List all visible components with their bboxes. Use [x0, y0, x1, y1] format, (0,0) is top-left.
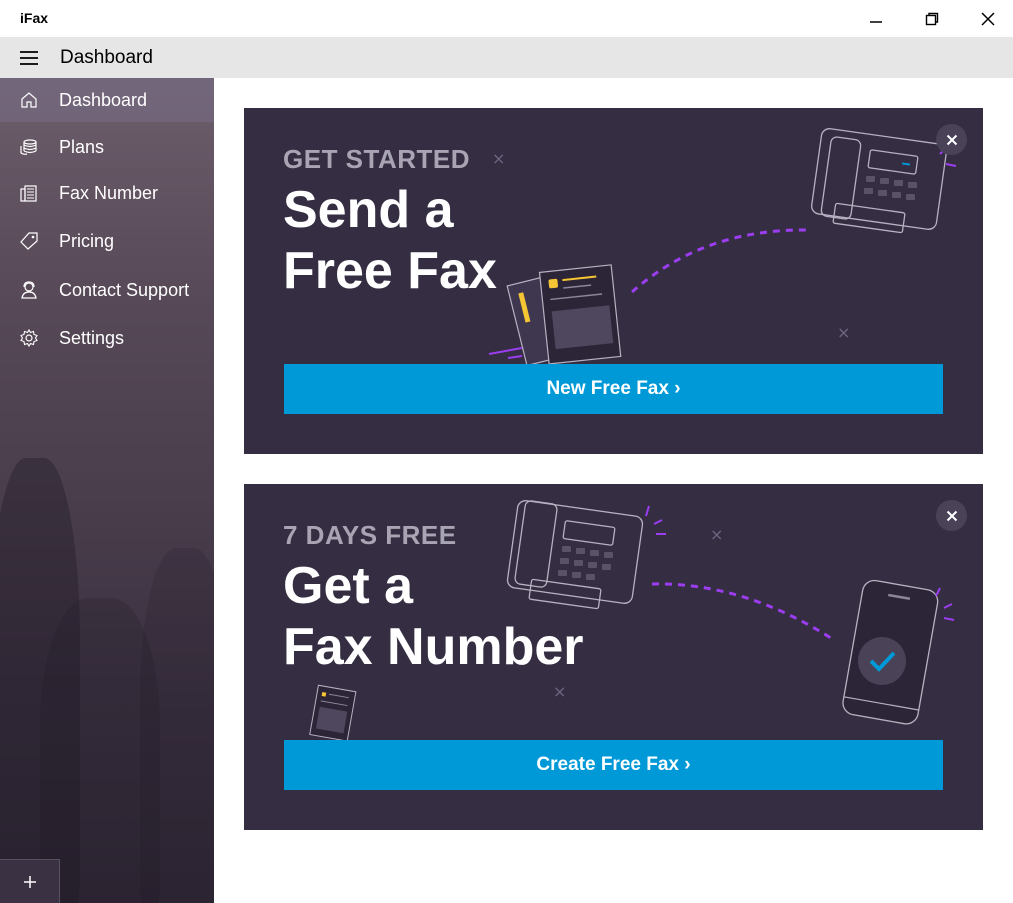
hamburger-button[interactable] [0, 37, 58, 78]
sidebar-item-label: Contact Support [59, 279, 190, 300]
support-agent-icon [21, 281, 37, 299]
svg-text:×: × [492, 149, 505, 168]
svg-text:×: × [710, 525, 723, 544]
minimize-button[interactable] [848, 0, 904, 37]
create-free-fax-button[interactable]: Create Free Fax › [284, 740, 943, 790]
sidebar-item-fax-number[interactable]: Fax Number [0, 171, 214, 215]
page-title: Dashboard [60, 47, 153, 68]
app-title: iFax [20, 10, 49, 26]
home-icon [21, 92, 37, 108]
card-headline-line2: Fax Number [283, 618, 584, 676]
dismiss-card-button[interactable] [936, 500, 967, 531]
card-headline-line1: Get a [283, 557, 414, 615]
sidebar-item-label: Settings [59, 327, 125, 348]
dismiss-card-button[interactable] [936, 124, 967, 155]
sidebar-item-settings[interactable]: Settings [0, 316, 214, 360]
add-button[interactable] [0, 859, 60, 903]
card-headline-line1: Send a [283, 181, 454, 239]
new-free-fax-button[interactable]: New Free Fax › [284, 364, 943, 414]
sidebar-item-label: Dashboard [59, 89, 148, 110]
card-headline-line2: Free Fax [283, 242, 497, 300]
gear-icon [20, 328, 38, 348]
sidebar-item-dashboard[interactable]: Dashboard [0, 78, 214, 122]
fax-number-icon [20, 185, 37, 202]
coins-icon [20, 139, 37, 155]
plus-icon [23, 875, 36, 888]
restore-icon [925, 12, 939, 25]
card-eyebrow: 7 DAYS FREE [283, 520, 457, 550]
sidebar-item-label: Pricing [59, 230, 115, 251]
restore-button[interactable] [904, 0, 960, 37]
sidebar-item-contact-support[interactable]: Contact Support [0, 268, 214, 312]
sidebar-item-label: Plans [59, 136, 105, 157]
hamburger-icon [20, 50, 38, 65]
close-icon [946, 134, 957, 145]
svg-text:×: × [553, 682, 566, 701]
close-icon [981, 11, 995, 26]
get-fax-number-card: × × 7 DAYS FREE Get a Fax Number Create … [244, 484, 983, 830]
sidebar-item-plans[interactable]: Plans [0, 125, 214, 169]
background-tree [140, 548, 214, 903]
svg-text:×: × [837, 323, 850, 342]
sidebar-item-pricing[interactable]: Pricing [0, 219, 214, 263]
title-bar: iFax [0, 0, 1013, 37]
card-eyebrow: GET STARTED [283, 144, 471, 174]
sidebar-item-label: Fax Number [59, 182, 159, 203]
sidebar: Dashboard Plans Fax Number Pricing Conta… [0, 78, 214, 903]
close-icon [946, 510, 957, 521]
tag-icon [20, 232, 38, 250]
minimize-icon [870, 20, 882, 23]
send-free-fax-card: × × GET STARTED Send a Free Fax New Free… [244, 108, 983, 454]
close-window-button[interactable] [960, 0, 1013, 37]
nav-bar: Dashboard [0, 37, 1013, 78]
